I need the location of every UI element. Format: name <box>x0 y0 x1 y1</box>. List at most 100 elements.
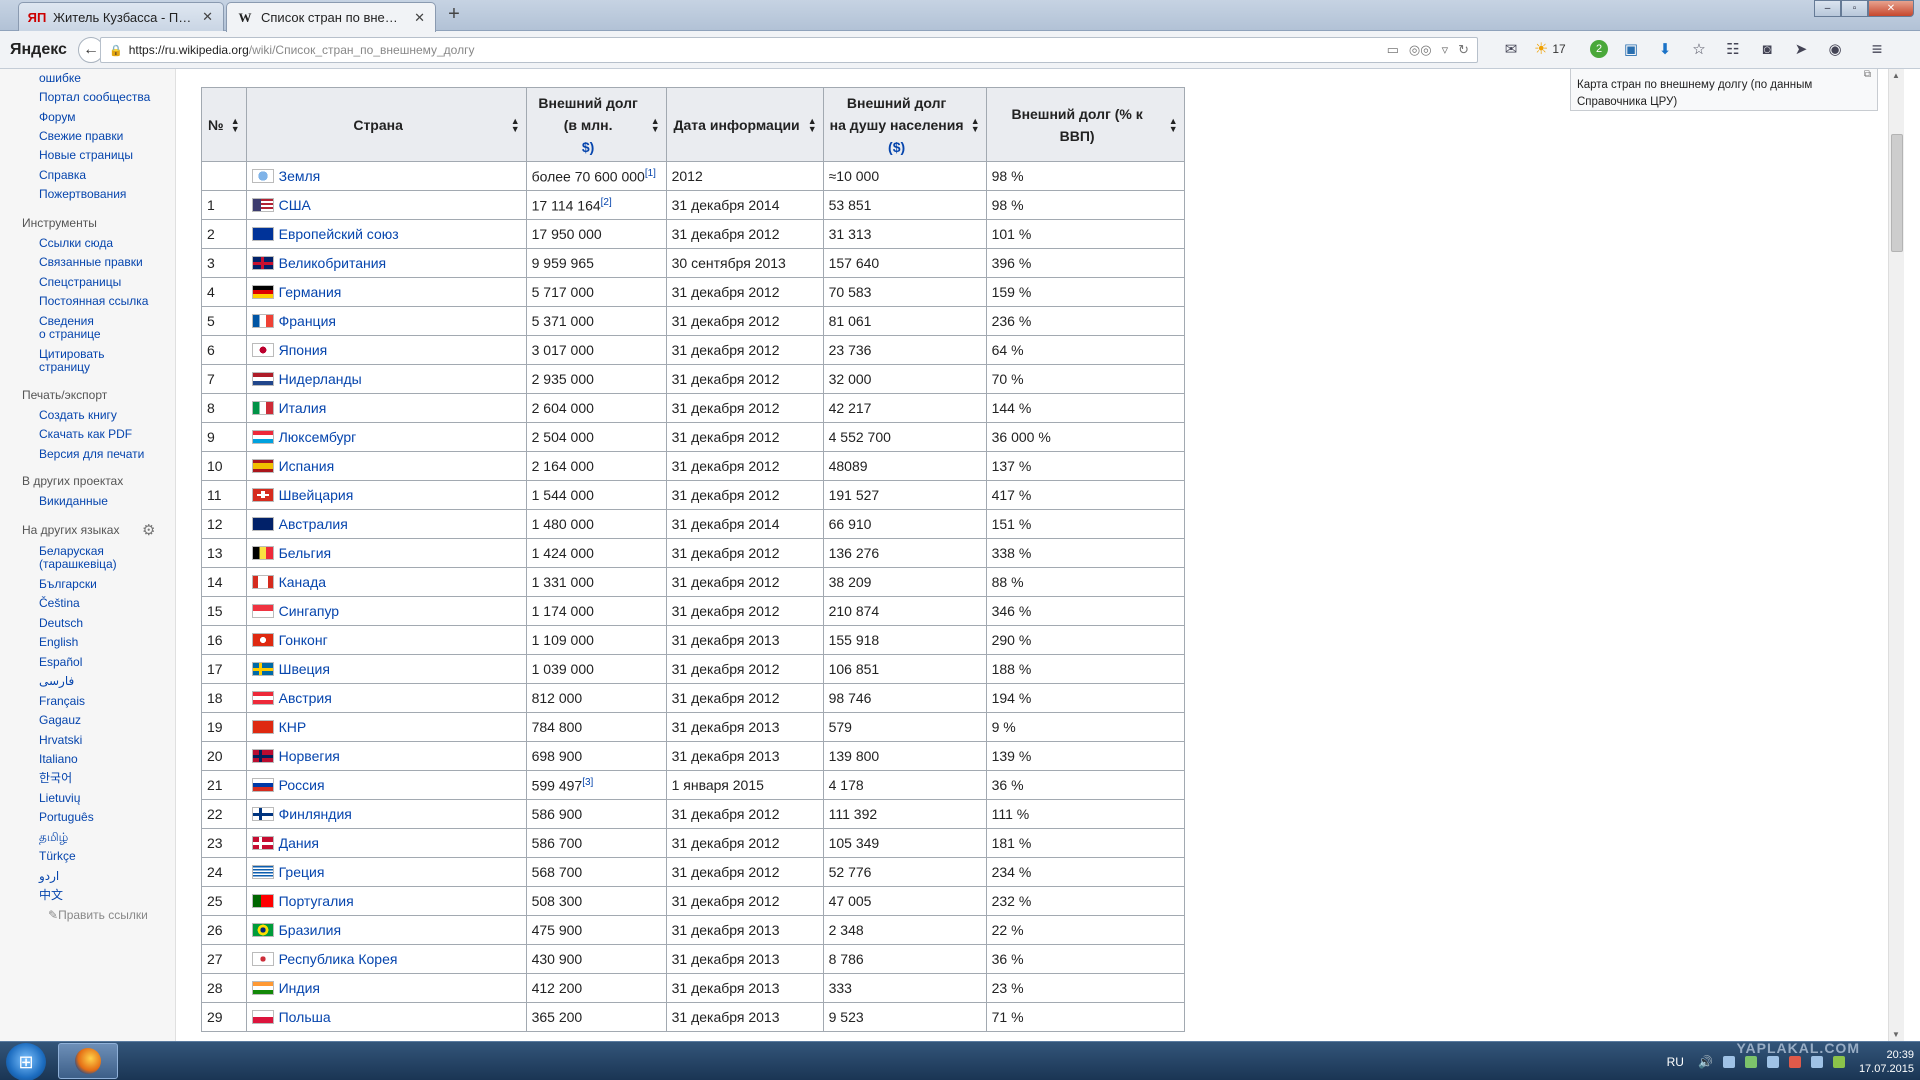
sort-icon[interactable]: ▲ ▼ <box>808 116 817 133</box>
app-tray-icon[interactable] <box>1744 1055 1757 1068</box>
country-link[interactable]: Республика Корея <box>279 951 398 967</box>
sidebar-language-link[interactable]: Gagauz <box>39 714 169 727</box>
glasses-icon[interactable]: ◎◎ <box>1409 42 1432 58</box>
sidebar-link[interactable]: Форум <box>39 111 169 124</box>
sidebar-link[interactable]: Справка <box>39 169 169 182</box>
sidebar-language-link[interactable]: فارسی <box>39 675 169 688</box>
new-tab-button[interactable]: + <box>443 4 465 26</box>
sidebar-language-link[interactable]: Español <box>39 656 169 669</box>
minimize-button[interactable]: – <box>1814 0 1841 17</box>
country-link[interactable]: Испания <box>279 458 335 474</box>
sidebar-language-link[interactable]: Deutsch <box>39 617 169 630</box>
gear-icon[interactable]: ⚙ <box>142 521 155 539</box>
alert-tray-icon[interactable] <box>1788 1055 1801 1068</box>
extension-badge[interactable]: 2 <box>1590 40 1608 58</box>
country-link[interactable]: Индия <box>279 980 320 996</box>
info-tray-icon[interactable] <box>1722 1055 1735 1068</box>
sidebar-language-link[interactable]: Français <box>39 695 169 708</box>
sidebar-link[interactable]: Викиданные <box>39 495 169 508</box>
country-link[interactable]: Норвегия <box>279 748 340 764</box>
chat-icon[interactable]: ◉ <box>1824 37 1846 61</box>
country-link[interactable]: Австралия <box>279 516 348 532</box>
country-link[interactable]: Швейцария <box>279 487 354 503</box>
bookmark-star-icon[interactable]: ☆ <box>1688 37 1710 61</box>
sidebar-link[interactable]: Спецстраницы <box>39 276 169 289</box>
country-link[interactable]: Португалия <box>279 893 354 909</box>
country-link[interactable]: Канада <box>279 574 326 590</box>
scroll-up-icon[interactable]: ▲ <box>1892 71 1900 80</box>
country-link[interactable]: Гонконг <box>279 632 328 648</box>
country-link[interactable]: Земля <box>279 168 321 184</box>
country-link[interactable]: Люксембург <box>279 429 357 445</box>
volume-icon[interactable]: 🔊 <box>1698 1055 1713 1069</box>
col-header-country[interactable]: Страна ▲ ▼ <box>245 87 527 162</box>
country-link[interactable]: Швеция <box>279 661 330 677</box>
dollar-link[interactable]: ($) <box>888 139 905 155</box>
sort-icon[interactable]: ▲ ▼ <box>231 116 240 133</box>
weather-widget[interactable]: ☀ 17 <box>1534 39 1578 59</box>
sort-icon[interactable]: ▲ ▼ <box>511 116 520 133</box>
reference-link[interactable]: [1] <box>645 168 656 179</box>
sidebar-link[interactable]: страницу <box>39 361 169 374</box>
edit-links-button[interactable]: ✎Править ссылки <box>48 908 148 922</box>
sidebar-language-link[interactable]: Italiano <box>39 753 169 766</box>
country-link[interactable]: Россия <box>279 777 325 793</box>
sidebar-link[interactable]: Скачать как PDF <box>39 428 169 441</box>
sort-icon[interactable]: ▲ ▼ <box>1169 116 1178 133</box>
maximize-button[interactable]: ▫ <box>1841 0 1868 17</box>
country-link[interactable]: США <box>279 197 311 213</box>
sort-icon[interactable]: ▲ ▼ <box>651 116 660 133</box>
country-link[interactable]: Великобритания <box>279 255 387 271</box>
country-link[interactable]: Сингапур <box>279 603 339 619</box>
sidebar-language-link[interactable]: 中文 <box>39 889 169 902</box>
sidebar-link[interactable]: Свежие правки <box>39 130 169 143</box>
close-window-button[interactable]: ✕ <box>1868 0 1914 17</box>
col-header-date[interactable]: Дата информации ▲ ▼ <box>665 87 824 162</box>
col-header-gdp-percent[interactable]: Внешний долг (% к ВВП) ▲ ▼ <box>985 87 1185 162</box>
input-language[interactable]: RU <box>1667 1055 1684 1069</box>
sidebar-link[interactable]: Версия для печати <box>39 448 169 461</box>
sidebar-link[interactable]: Постоянная ссылка <box>39 295 169 308</box>
tab-yaplakal[interactable]: ЯП Житель Кузбасса - Путин... ✕ <box>18 2 224 31</box>
system-clock[interactable]: 20:39 17.07.2015 <box>1859 1048 1914 1076</box>
country-link[interactable]: Германия <box>279 284 342 300</box>
mail-icon[interactable]: ✉ <box>1500 37 1522 61</box>
vertical-scrollbar[interactable]: ▲ ▼ <box>1888 69 1904 1041</box>
sidebar-link[interactable]: о странице <box>39 328 169 341</box>
country-link[interactable]: Япония <box>279 342 328 358</box>
sidebar-language-link[interactable]: Türkçe <box>39 850 169 863</box>
country-link[interactable]: Бельгия <box>279 545 331 561</box>
sidebar-link[interactable]: Новые страницы <box>39 149 169 162</box>
sidebar-language-link[interactable]: 한국어 <box>39 772 169 785</box>
sidebar-language-link[interactable]: தமிழ் <box>39 831 169 844</box>
sidebar-language-link[interactable]: Português <box>39 811 169 824</box>
country-link[interactable]: Финляндия <box>279 806 352 822</box>
close-tab-icon[interactable]: ✕ <box>202 9 213 25</box>
start-button[interactable]: ⊞ <box>6 1043 46 1080</box>
sidebar-link[interactable]: Пожертвования <box>39 188 169 201</box>
sidebar-language-link[interactable]: (тарашкевіца) <box>39 558 169 571</box>
country-link[interactable]: Нидерланды <box>279 371 362 387</box>
scroll-down-icon[interactable]: ▼ <box>1892 1030 1900 1039</box>
download-icon[interactable]: ⬇ <box>1654 37 1676 61</box>
country-link[interactable]: Дания <box>279 835 319 851</box>
sidebar-link[interactable]: Портал сообщества <box>39 91 169 104</box>
col-header-per-capita[interactable]: Внешний долг на душу населения ($) ▲ ▼ <box>822 87 987 162</box>
close-tab-icon[interactable]: ✕ <box>414 10 425 26</box>
country-link[interactable]: Италия <box>279 400 327 416</box>
address-bar[interactable]: 🔒 https://ru.wikipedia.org /wiki/Список_… <box>100 37 1478 63</box>
dollar-link[interactable]: $) <box>582 139 594 155</box>
dropdown-chevron-icon[interactable]: ▿ <box>1442 42 1449 58</box>
sidebar-language-link[interactable]: Lietuvių <box>39 792 169 805</box>
sidebar-language-link[interactable]: اردو <box>39 870 169 883</box>
reader-icon[interactable]: ▭ <box>1387 42 1399 58</box>
country-link[interactable]: Бразилия <box>279 922 341 938</box>
reference-link[interactable]: [3] <box>582 777 593 788</box>
tab-wikipedia[interactable]: W Список стран по внешне... ✕ <box>226 2 436 32</box>
country-link[interactable]: КНР <box>279 719 307 735</box>
battery-tray-icon[interactable] <box>1832 1055 1845 1068</box>
pocket-icon[interactable]: ◙ <box>1756 37 1778 61</box>
reference-link[interactable]: [2] <box>601 197 612 208</box>
sidebar-language-link[interactable]: Hrvatski <box>39 734 169 747</box>
network-tray-icon[interactable] <box>1766 1055 1779 1068</box>
